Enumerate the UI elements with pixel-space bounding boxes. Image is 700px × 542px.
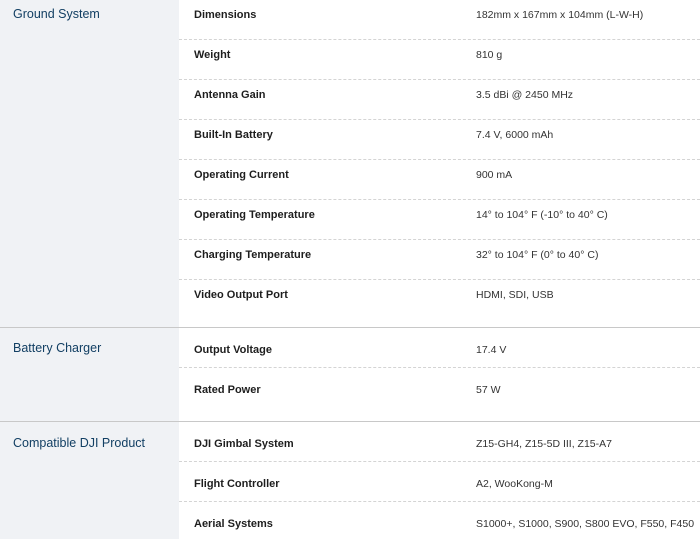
spec-value: 32° to 104° F (0° to 40° C) xyxy=(476,249,599,261)
spec-label: Operating Temperature xyxy=(194,209,315,221)
spec-value: 810 g xyxy=(476,49,503,61)
spec-row: Output Voltage 17.4 V xyxy=(179,328,700,368)
spec-row: Dimensions 182mm x 167mm x 104mm (L-W-H) xyxy=(179,0,700,40)
spec-label: Built-In Battery xyxy=(194,129,273,141)
spec-rows: Output Voltage 17.4 V Rated Power 57 W xyxy=(179,328,700,421)
section-title-cell: Battery Charger xyxy=(0,328,179,421)
spec-value: 3.5 dBi @ 2450 MHz xyxy=(476,89,574,101)
spec-row: Antenna Gain 3.5 dBi @ 2450 MHz xyxy=(179,80,700,120)
spec-row: Operating Current 900 mA xyxy=(179,160,700,200)
spec-row: Operating Temperature 14° to 104° F (-10… xyxy=(179,200,700,240)
spec-section-ground-system: Ground System Dimensions 182mm x 167mm x… xyxy=(0,0,700,328)
section-title: Compatible DJI Product xyxy=(13,436,146,450)
spec-label: Video Output Port xyxy=(194,289,288,301)
spec-label: Weight xyxy=(194,49,231,61)
spec-row: Charging Temperature 32° to 104° F (0° t… xyxy=(179,240,700,280)
spec-rows: DJI Gimbal System Z15-GH4, Z15-5D III, Z… xyxy=(179,422,700,539)
spec-value: Z15-GH4, Z15-5D III, Z15-A7 xyxy=(476,438,612,450)
spec-value: 7.4 V, 6000 mAh xyxy=(476,129,554,141)
spec-section-battery-charger: Battery Charger Output Voltage 17.4 V Ra… xyxy=(0,328,700,422)
spec-value: A2, WooKong-M xyxy=(476,478,553,490)
spec-label: Antenna Gain xyxy=(194,89,266,101)
spec-label: DJI Gimbal System xyxy=(194,438,294,450)
spec-rows: Dimensions 182mm x 167mm x 104mm (L-W-H)… xyxy=(179,0,700,327)
spec-value: 14° to 104° F (-10° to 40° C) xyxy=(476,209,608,221)
spec-value: S1000+, S1000, S900, S800 EVO, F550, F45… xyxy=(476,518,695,530)
spec-label: Rated Power xyxy=(194,384,261,396)
spec-label: Dimensions xyxy=(194,9,257,21)
spec-row: Weight 810 g xyxy=(179,40,700,80)
spec-label: Charging Temperature xyxy=(194,249,312,261)
spec-row: Built-In Battery 7.4 V, 6000 mAh xyxy=(179,120,700,160)
spec-label: Flight Controller xyxy=(194,478,280,490)
section-title-cell: Ground System xyxy=(0,0,179,327)
spec-value: HDMI, SDI, USB xyxy=(476,289,554,301)
section-title: Battery Charger xyxy=(13,341,102,355)
spec-label: Aerial Systems xyxy=(194,518,273,530)
spec-row: Rated Power 57 W xyxy=(179,368,700,420)
section-title: Ground System xyxy=(13,7,100,21)
spec-label: Operating Current xyxy=(194,169,289,181)
section-title-cell: Compatible DJI Product xyxy=(0,422,179,539)
spec-label: Output Voltage xyxy=(194,344,273,356)
spec-value: 57 W xyxy=(476,384,501,396)
spec-row: Aerial Systems S1000+, S1000, S900, S800… xyxy=(179,502,700,542)
spec-value: 900 mA xyxy=(476,169,513,181)
spec-row: Video Output Port HDMI, SDI, USB xyxy=(179,280,700,320)
spec-value: 182mm x 167mm x 104mm (L-W-H) xyxy=(476,9,644,21)
spec-section-compatible-dji-product: Compatible DJI Product DJI Gimbal System… xyxy=(0,422,700,539)
spec-value: 17.4 V xyxy=(476,344,507,356)
spec-row: DJI Gimbal System Z15-GH4, Z15-5D III, Z… xyxy=(179,422,700,462)
spec-table: Ground System Dimensions 182mm x 167mm x… xyxy=(0,0,700,539)
spec-row: Flight Controller A2, WooKong-M xyxy=(179,462,700,502)
